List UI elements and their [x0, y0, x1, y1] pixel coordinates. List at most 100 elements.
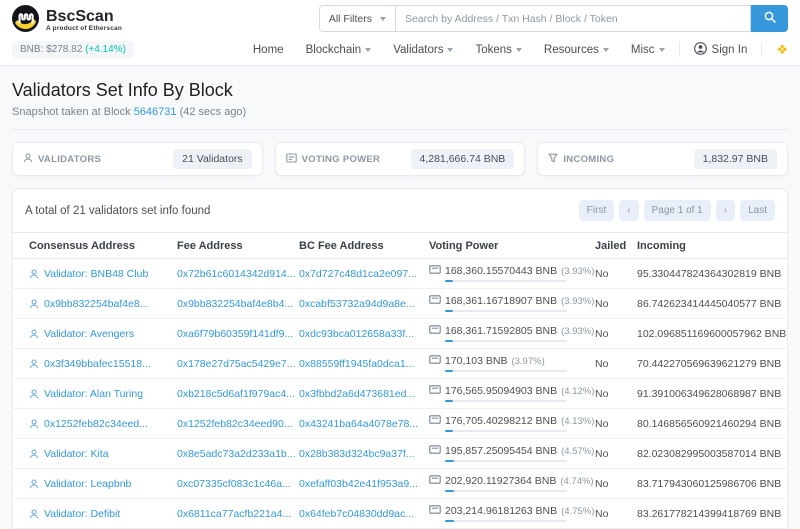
consensus-address-link[interactable]: 0x3f349bbafec15518...	[44, 358, 151, 370]
nav-item-tokens[interactable]: Tokens	[475, 44, 522, 56]
table-row: Validator: BNB48 Club 0x72b61c6014342d91…	[13, 259, 787, 289]
voting-power-percent: (4.13%)	[561, 415, 595, 427]
nav-item-validators[interactable]: Validators	[393, 44, 454, 56]
voting-power-percent: (4.75%)	[561, 505, 595, 517]
pagination-prev-button[interactable]: ‹	[619, 200, 639, 221]
table-row: 0x9bb832254baf4e8... 0x9bb832254baf4e8b4…	[13, 289, 787, 319]
user-icon	[23, 152, 33, 166]
voting-power-percent: (3.93%)	[561, 325, 595, 337]
validators-card: VALIDATORS 21 Validators	[12, 142, 263, 176]
nav-item-resources[interactable]: Resources	[544, 44, 609, 56]
fee-address-link[interactable]: 0xc07335cf083c1c46a...	[177, 478, 291, 490]
pagination: First ‹ Page 1 of 1 › Last	[578, 200, 775, 221]
jailed-value: No	[595, 417, 609, 430]
pagination-next-button[interactable]: ›	[715, 200, 736, 221]
col-jailed: Jailed	[595, 239, 627, 252]
bc-fee-address-link[interactable]: 0xcabf53732a94d9a8e...	[299, 298, 415, 310]
fee-address-link[interactable]: 0x1252feb82c34eed90...	[177, 418, 293, 430]
consensus-address-link[interactable]: Validator: Alan Turing	[44, 388, 143, 400]
ballot-icon	[429, 265, 441, 277]
bc-fee-address-link[interactable]: 0x7d727c48d1ca2e097...	[299, 268, 417, 280]
sign-in-button[interactable]: Sign In	[693, 41, 748, 58]
table-body: Validator: BNB48 Club 0x72b61c6014342d91…	[13, 259, 787, 529]
table-row: Validator: Leapbnb 0xc07335cf083c1c46a..…	[13, 469, 787, 499]
ballot-icon	[429, 445, 441, 457]
voting-power-value: 168,361.71592805 BNB	[445, 325, 558, 337]
ballot-icon	[429, 325, 441, 337]
fee-address-link[interactable]: 0x8e5adc73a2d233a1b...	[177, 448, 296, 460]
fee-address-link[interactable]: 0x72b61c6014342d914...	[177, 268, 296, 280]
ballot-icon	[429, 385, 441, 397]
voting-power-bar	[445, 400, 567, 402]
voting-power-bar	[445, 520, 567, 522]
consensus-address-link[interactable]: Validator: Leapbnb	[44, 478, 131, 490]
funnel-icon	[548, 153, 558, 166]
consensus-address-link[interactable]: 0x9bb832254baf4e8...	[44, 298, 149, 310]
voting-power-percent: (3.97%)	[511, 355, 545, 367]
bc-fee-address-link[interactable]: 0x43241ba64a4078e78...	[299, 418, 418, 430]
main-nav: Home Blockchain Validators Tokens Resour…	[253, 44, 665, 56]
col-consensus-address: Consensus Address	[29, 239, 135, 252]
voting-power-bar	[445, 310, 567, 312]
bc-fee-address-link[interactable]: 0xdc93bca012658a33f...	[299, 328, 414, 340]
consensus-address-link[interactable]: Validator: Defibit	[44, 508, 120, 520]
ballot-icon	[285, 152, 297, 166]
voting-power-value: 176,565.95094903 BNB	[445, 385, 558, 397]
table-row: Validator: Kita 0x8e5adc73a2d233a1b... 0…	[13, 439, 787, 469]
site-header: BscScan A product of Etherscan All Filte…	[0, 0, 800, 66]
jailed-value: No	[595, 507, 609, 520]
bc-fee-address-link[interactable]: 0x64feb7c04830dd9ac...	[299, 508, 414, 520]
snapshot-prefix: Snapshot taken at Block	[12, 106, 134, 118]
fee-address-link[interactable]: 0x6811ca77acfb221a4...	[177, 508, 291, 520]
consensus-address-link[interactable]: 0x1252feb82c34eed...	[44, 418, 148, 430]
jailed-value: No	[595, 357, 609, 370]
incoming-value: 70.442270569639621279 BNB	[637, 357, 782, 370]
snapshot-ago: (42 secs ago)	[176, 106, 247, 118]
voting-power-value: 203,214.96181263 BNB	[445, 505, 558, 517]
snapshot-block-link[interactable]: 5646731	[134, 106, 177, 118]
voting-power-card-label: VOTING POWER	[301, 153, 381, 165]
search-input[interactable]	[395, 5, 751, 32]
voting-power-value: 176,705.40298212 BNB	[445, 415, 558, 427]
nav-item-misc[interactable]: Misc	[631, 44, 665, 56]
user-icon	[29, 389, 39, 399]
user-icon	[29, 509, 39, 519]
fee-address-link[interactable]: 0x9bb832254baf4e8b4...	[177, 298, 293, 310]
bc-fee-address-link[interactable]: 0xefaff03b42e41f953a9...	[299, 478, 418, 490]
voting-power-card: VOTING POWER 4,281,666.74 BNB	[274, 142, 526, 176]
bc-fee-address-link[interactable]: 0x88559ff1945fa0dca1...	[299, 358, 414, 370]
ballot-icon	[429, 415, 441, 427]
incoming-value: 80.146856560921460294 BNB	[637, 417, 782, 430]
sign-in-label: Sign In	[711, 43, 748, 56]
validators-table-card: A total of 21 validators set info found …	[12, 188, 788, 529]
consensus-address-link[interactable]: Validator: Avengers	[44, 328, 134, 340]
consensus-address-link[interactable]: Validator: BNB48 Club	[44, 268, 148, 280]
fee-address-link[interactable]: 0x178e27d75ac5429e7...	[177, 358, 296, 370]
pagination-last-button[interactable]: Last	[740, 200, 775, 221]
user-icon	[29, 449, 39, 459]
bc-fee-address-link[interactable]: 0x3fbbd2a6d473681ed...	[299, 388, 415, 400]
table-row: Validator: Alan Turing 0xb218c5d6af1f979…	[13, 379, 787, 409]
consensus-address-link[interactable]: Validator: Kita	[44, 448, 109, 460]
search-button[interactable]	[751, 5, 788, 32]
bscscan-logo[interactable]: BscScan A product of Etherscan	[12, 5, 122, 37]
bc-fee-address-link[interactable]: 0x28b383d324bc9a37f...	[299, 448, 415, 460]
all-filters-dropdown[interactable]: All Filters	[318, 5, 395, 32]
pagination-first-button[interactable]: First	[578, 200, 615, 221]
table-row: 0x3f349bbafec15518... 0x178e27d75ac5429e…	[13, 349, 787, 379]
incoming-card-value: 1,832.97 BNB	[693, 149, 777, 169]
col-voting-power: Voting Power	[429, 239, 499, 252]
validators-card-label: VALIDATORS	[38, 153, 102, 165]
fee-address-link[interactable]: 0xa6f79b60359f141df9...	[177, 328, 293, 340]
incoming-value: 102.096851169600057962 BNB	[637, 327, 787, 340]
fee-address-link[interactable]: 0xb218c5d6af1f979ac4...	[177, 388, 295, 400]
ballot-icon	[429, 295, 441, 307]
voting-power-percent: (3.93%)	[561, 265, 595, 277]
binance-chain-icon[interactable]: ❖	[776, 43, 788, 56]
bnb-price-change: (+4.14%)	[85, 44, 126, 55]
nav-item-home[interactable]: Home	[253, 44, 284, 56]
nav-item-blockchain[interactable]: Blockchain	[306, 44, 372, 56]
user-circle-icon	[693, 41, 707, 58]
bnb-price-badge[interactable]: BNB: $278.82 (+4.14%)	[12, 41, 134, 58]
bnb-price-label: BNB:	[20, 44, 44, 55]
